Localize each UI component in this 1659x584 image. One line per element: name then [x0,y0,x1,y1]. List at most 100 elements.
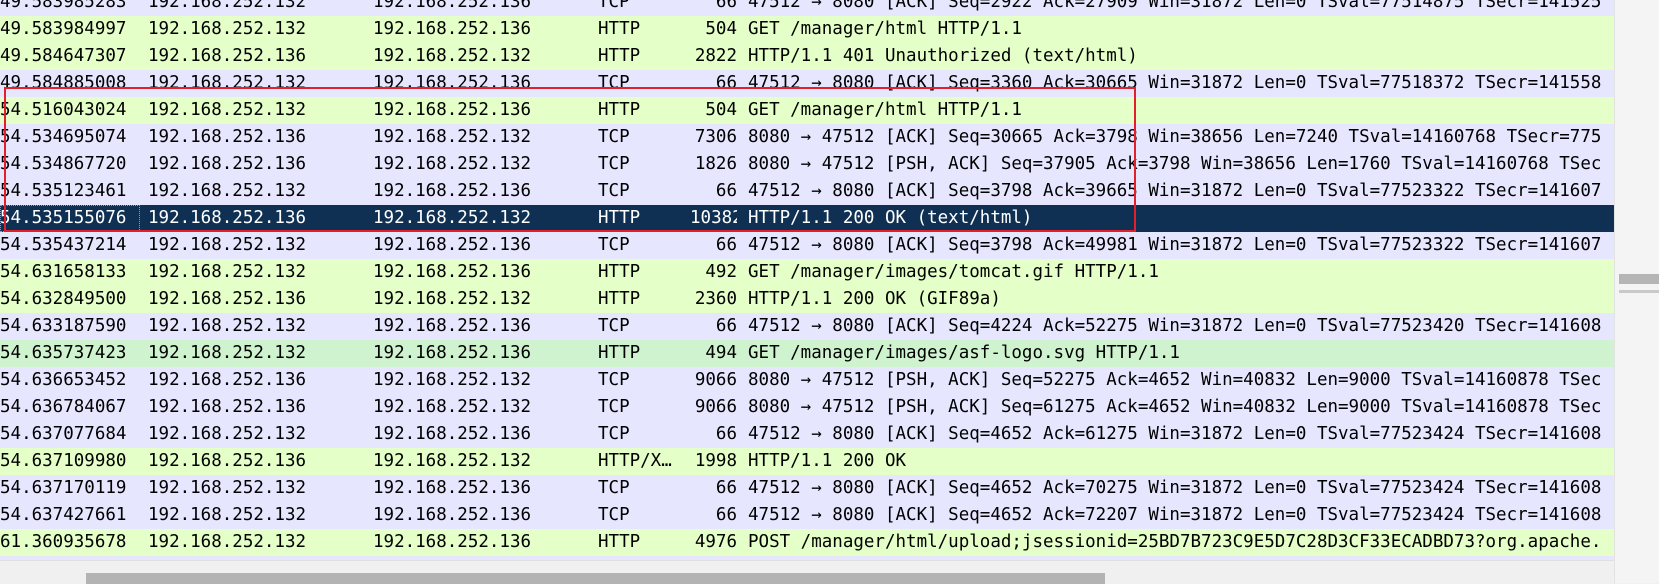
packet-info: HTTP/1.1 200 OK (GIF89a) [748,289,1001,309]
table-row[interactable]: 54.636653452 192.168.252.136 192.168.252.1… [0,367,1614,394]
packet-time: 49.583984997 [0,19,127,39]
table-row[interactable]: 54.637170119 192.168.252.132 192.168.252.1… [0,475,1614,502]
packet-time: 54.535155076 [0,205,140,232]
table-row[interactable]: 54.534867720 192.168.252.136 192.168.252.1… [0,151,1614,178]
packet-info: HTTP/1.1 200 OK (text/html) [748,208,1033,228]
packet-source: 192.168.252.132 [148,532,307,552]
table-row[interactable]: 54.631658133 192.168.252.132 192.168.252.1… [0,259,1614,286]
packet-source: 192.168.252.132 [148,235,307,255]
table-row[interactable]: 54.632849500 192.168.252.136 192.168.252.1… [0,286,1614,313]
packet-protocol: TCP [598,478,630,498]
packet-info: 47512 → 8080 [ACK] Seq=3798 Ack=49981 Wi… [748,235,1602,255]
packet-info: 47512 → 8080 [ACK] Seq=4652 Ack=70275 Wi… [748,478,1602,498]
table-row[interactable]: 54.635737423 192.168.252.132 192.168.252.1… [0,340,1614,367]
packet-destination: 192.168.252.136 [373,73,532,93]
packet-destination: 192.168.252.136 [373,424,532,444]
packet-length: 66 [715,505,737,525]
packet-time: 54.534695074 [0,127,127,147]
packet-protocol: HTTP/X… [598,451,672,471]
packet-length: 66 [715,478,737,498]
packet-protocol: HTTP [598,289,641,309]
packet-info: 8080 → 47512 [ACK] Seq=30665 Ack=3798 Wi… [748,127,1602,147]
packet-info: HTTP/1.1 200 OK [748,451,907,471]
packet-destination: 192.168.252.136 [373,19,532,39]
packet-length: 492 [705,262,737,282]
packet-length: 2360 [694,289,737,309]
packet-time: 54.535437214 [0,235,127,255]
packet-destination: 192.168.252.132 [373,46,532,66]
packet-length: 504 [705,100,737,120]
packet-source: 192.168.252.132 [148,343,307,363]
packet-protocol: TCP [598,181,630,201]
packet-protocol: TCP [598,370,630,390]
table-row[interactable]: 54.516043024 192.168.252.132 192.168.252.1… [0,97,1614,124]
packet-destination: 192.168.252.132 [373,397,532,417]
packet-time: 54.636784067 [0,397,127,417]
packet-destination: 192.168.252.136 [373,0,532,12]
packet-info: GET /manager/images/asf-logo.svg HTTP/1.… [748,343,1180,363]
table-row[interactable]: 61.360935678 192.168.252.132 192.168.252.1… [0,529,1614,556]
vertical-scrollbar-thumb[interactable] [1619,274,1659,284]
packet-source: 192.168.252.132 [148,262,307,282]
packet-length: 66 [715,424,737,444]
packet-length: 10382 [690,208,737,228]
packet-protocol: TCP [598,316,630,336]
packet-protocol: TCP [598,235,630,255]
table-row[interactable]: 54.534695074 192.168.252.136 192.168.252.1… [0,124,1614,151]
table-row[interactable]: 49.584647307 192.168.252.136 192.168.252.1… [0,43,1614,70]
packet-source: 192.168.252.136 [148,208,307,228]
packet-time: 49.584885008 [0,73,127,93]
packet-protocol: TCP [598,424,630,444]
packet-protocol: TCP [598,73,630,93]
packet-destination: 192.168.252.132 [373,451,532,471]
packet-info: 47512 → 8080 [ACK] Seq=3798 Ack=39665 Wi… [748,181,1602,201]
packet-protocol: HTTP [598,262,641,282]
packet-info: GET /manager/html HTTP/1.1 [748,19,1022,39]
table-row[interactable]: 54.535437214 192.168.252.132 192.168.252.1… [0,232,1614,259]
horizontal-scrollbar-thumb[interactable] [86,573,1105,584]
packet-protocol: HTTP [598,208,641,228]
packet-length: 4976 [694,532,737,552]
table-row[interactable]: 54.633187590 192.168.252.132 192.168.252.1… [0,313,1614,340]
packet-destination: 192.168.252.132 [373,289,532,309]
packet-length: 1826 [694,154,737,174]
packet-protocol: TCP [598,154,630,174]
packet-destination: 192.168.252.136 [373,100,532,120]
packet-time: 54.535123461 [0,181,127,201]
packet-time: 54.633187590 [0,316,127,336]
table-row-selected[interactable]: 54.535155076 192.168.252.136 192.168.252.1… [0,205,1614,232]
packet-source: 192.168.252.136 [148,154,307,174]
packet-time: 54.534867720 [0,154,127,174]
packet-source: 192.168.252.132 [148,0,307,12]
packet-destination: 192.168.252.136 [373,235,532,255]
packet-length: 66 [715,181,737,201]
packet-source: 192.168.252.136 [148,289,307,309]
packet-source: 192.168.252.132 [148,505,307,525]
packet-rows: 49.583985283 192.168.252.132 192.168.252.1… [0,0,1614,560]
table-row[interactable]: 54.637077684 192.168.252.132 192.168.252.1… [0,421,1614,448]
packet-time: 54.637170119 [0,478,127,498]
packet-info: HTTP/1.1 401 Unauthorized (text/html) [748,46,1138,66]
packet-length: 1998 [694,451,737,471]
packet-length: 2822 [694,46,737,66]
packet-source: 192.168.252.132 [148,73,307,93]
packet-time: 54.636653452 [0,370,127,390]
table-row[interactable]: 49.584885008 192.168.252.132 192.168.252.1… [0,70,1614,97]
packet-info: GET /manager/html HTTP/1.1 [748,100,1022,120]
table-row[interactable]: 54.637427661 192.168.252.132 192.168.252.1… [0,502,1614,529]
packet-info: 8080 → 47512 [PSH, ACK] Seq=37905 Ack=37… [748,154,1602,174]
table-row[interactable]: 54.535123461 192.168.252.132 192.168.252.1… [0,178,1614,205]
table-row[interactable]: 49.583984997 192.168.252.132 192.168.252.1… [0,16,1614,43]
packet-protocol: TCP [598,0,630,12]
table-row[interactable]: 49.583985283 192.168.252.132 192.168.252.1… [0,0,1614,16]
table-row[interactable]: 54.636784067 192.168.252.136 192.168.252.1… [0,394,1614,421]
horizontal-scrollbar[interactable] [0,560,1614,584]
packet-length: 494 [705,343,737,363]
packet-time: 54.631658133 [0,262,127,282]
table-row[interactable]: 54.637109980 192.168.252.136 192.168.252.1… [0,448,1614,475]
packet-destination: 192.168.252.132 [373,154,532,174]
packet-length: 9066 [694,370,737,390]
packet-info: 47512 → 8080 [ACK] Seq=3360 Ack=30665 Wi… [748,73,1602,93]
packet-length: 7306 [694,127,737,147]
vertical-scrollbar[interactable] [1614,0,1659,583]
